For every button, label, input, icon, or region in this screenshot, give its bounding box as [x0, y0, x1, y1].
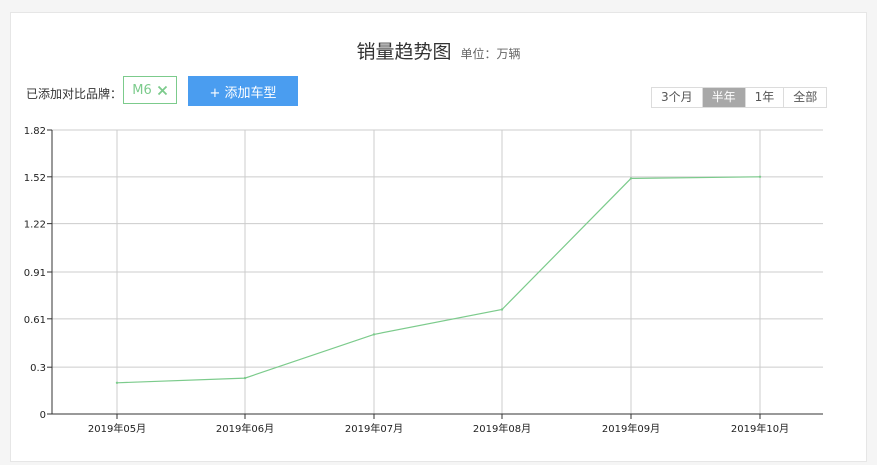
x-tick-label: 2019年05月 — [88, 422, 146, 435]
x-tick-label: 2019年09月 — [602, 422, 660, 435]
y-tick-label: 0.61 — [24, 315, 46, 326]
x-tick-label: 2019年10月 — [731, 422, 789, 435]
y-tick-label: 0 — [40, 410, 46, 421]
data-point — [629, 177, 633, 180]
data-point — [500, 308, 504, 311]
y-tick-label: 0.3 — [30, 363, 46, 374]
y-tick-label: 1.82 — [24, 126, 46, 137]
data-point — [758, 175, 762, 178]
data-point — [372, 333, 376, 336]
y-tick-label: 1.52 — [24, 173, 46, 184]
y-tick-label: 0.91 — [24, 268, 46, 279]
series-line-m6 — [116, 176, 761, 384]
data-point — [243, 376, 247, 380]
y-tick-label: 1.22 — [24, 220, 46, 231]
x-tick-label: 2019年06月 — [216, 422, 274, 435]
x-tick-label: 2019年07月 — [345, 422, 403, 435]
sales-line-chart: 0 0.3 0.61 0.91 1.22 1.52 1.82 2019年05月 2019年06月… — [24, 126, 823, 435]
x-tick-label: 2019年08月 — [473, 422, 531, 435]
data-point — [115, 381, 119, 384]
